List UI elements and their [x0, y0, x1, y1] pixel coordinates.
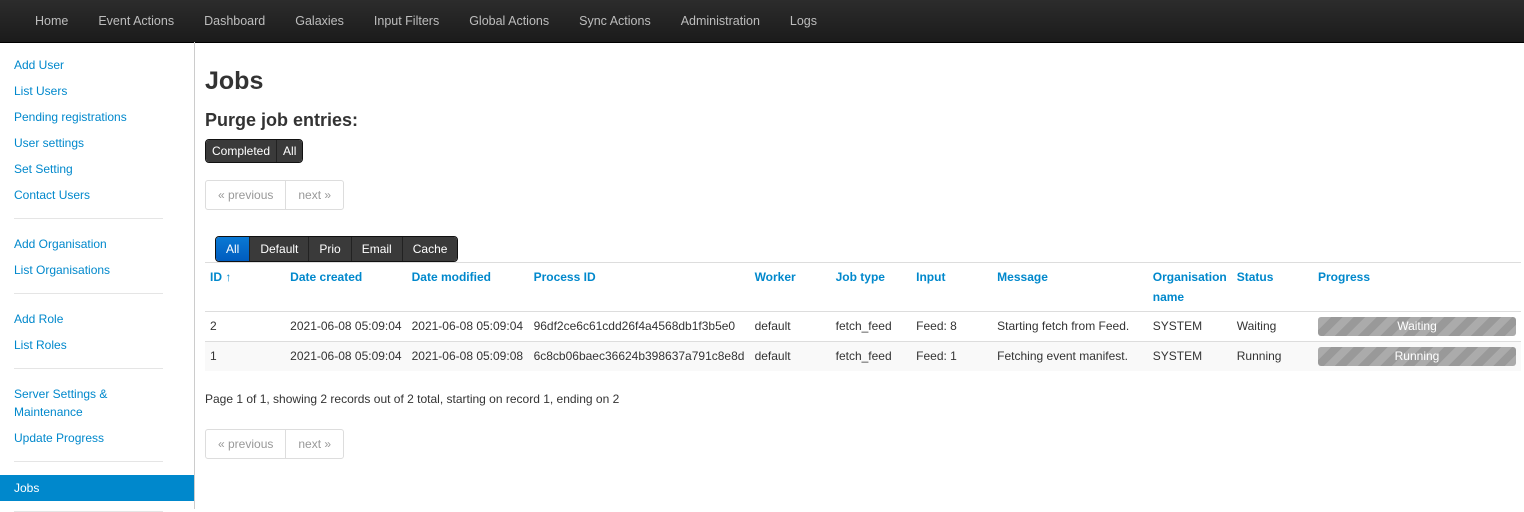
filter-all-button[interactable]: All: [216, 237, 251, 261]
nav-galaxies[interactable]: Galaxies: [280, 0, 359, 42]
sidebar-item-list-roles[interactable]: List Roles: [0, 333, 194, 359]
purge-heading: Purge job entries:: [205, 110, 359, 130]
column-header-date-modified[interactable]: Date modified: [406, 262, 529, 312]
sidebar-item-contact-users[interactable]: Contact Users: [0, 183, 194, 209]
cell-progress: Running: [1313, 341, 1521, 371]
previous-page-link[interactable]: « previous: [206, 181, 287, 209]
previous-page-link[interactable]: « previous: [206, 430, 287, 458]
cell-date-modified: 2021-06-08 05:09:08: [406, 341, 529, 371]
cell-input: Feed: 1: [911, 341, 993, 371]
sidebar-item-user-settings[interactable]: User settings: [0, 131, 194, 157]
sidebar-divider: [14, 293, 163, 294]
sidebar-item-add-role[interactable]: Add Role: [0, 307, 194, 333]
nav-dashboard[interactable]: Dashboard: [189, 0, 280, 42]
cell-date-created: 2021-06-08 05:09:04: [285, 311, 407, 342]
pagination-top: « previous next »: [205, 180, 345, 210]
column-header-date-created[interactable]: Date created: [285, 262, 407, 312]
next-page-link[interactable]: next »: [286, 181, 343, 209]
progress-bar: Waiting: [1318, 317, 1516, 336]
sidebar-item-server-settings[interactable]: Server Settings & Maintenance: [0, 382, 138, 426]
sidebar-item-add-organisation[interactable]: Add Organisation: [0, 232, 194, 258]
cell-id: 2: [205, 311, 286, 342]
cell-status: Running: [1231, 341, 1313, 371]
nav-home[interactable]: Home: [20, 0, 83, 42]
sidebar-item-jobs[interactable]: Jobs: [0, 475, 194, 501]
sidebar-item-list-organisations[interactable]: List Organisations: [0, 258, 194, 284]
sidebar-item-set-setting[interactable]: Set Setting: [0, 157, 194, 183]
cell-progress: Waiting: [1313, 311, 1521, 342]
sidebar-item-add-user[interactable]: Add User: [0, 53, 194, 79]
column-header-job-type[interactable]: Job type: [830, 262, 912, 312]
sidebar-item-list-users[interactable]: List Users: [0, 79, 194, 105]
cell-date-created: 2021-06-08 05:09:04: [285, 341, 407, 371]
cell-message: Starting fetch from Feed.: [992, 311, 1148, 342]
sidebar: Add User List Users Pending registration…: [0, 42, 195, 512]
sidebar-item-pending-registrations[interactable]: Pending registrations: [0, 105, 194, 131]
pagination-bottom: « previous next »: [205, 429, 345, 459]
cell-worker: default: [749, 341, 831, 371]
sidebar-divider: [14, 461, 163, 462]
pagination-summary: Page 1 of 1, showing 2 records out of 2 …: [205, 392, 620, 406]
purge-all-button[interactable]: All: [277, 140, 303, 162]
sidebar-item-update-progress[interactable]: Update Progress: [0, 426, 194, 452]
column-header-process-id[interactable]: Process ID: [528, 262, 750, 312]
column-header-input[interactable]: Input: [911, 262, 993, 312]
column-header-worker[interactable]: Worker: [749, 262, 831, 312]
filter-cache-button[interactable]: Cache: [402, 237, 458, 261]
filter-prio-button[interactable]: Prio: [309, 237, 352, 261]
column-header-status[interactable]: Status: [1231, 262, 1313, 312]
next-page-link[interactable]: next »: [286, 430, 343, 458]
queue-filter-group: All Default Prio Email Cache: [215, 236, 459, 262]
cell-date-modified: 2021-06-08 05:09:04: [406, 311, 529, 342]
cell-process-id: 6c8cb06baec36624b398637a791c8e8d: [528, 341, 750, 371]
purge-button-group: Completed All: [205, 139, 304, 163]
cell-process-id: 96df2ce6c61cdd26f4a4568db1f3b5e0: [528, 311, 750, 342]
cell-id: 1: [205, 341, 286, 371]
filter-email-button[interactable]: Email: [351, 237, 403, 261]
top-navbar: Home Event Actions Dashboard Galaxies In…: [0, 0, 1524, 43]
cell-input: Feed: 8: [911, 311, 993, 342]
column-header-progress[interactable]: Progress: [1313, 262, 1521, 312]
purge-completed-button[interactable]: Completed: [206, 140, 278, 162]
column-header-id[interactable]: ID ↑: [205, 262, 286, 312]
jobs-table: ID ↑ Date created Date modified Process …: [205, 262, 1521, 371]
cell-job-type: fetch_feed: [830, 311, 912, 342]
table-row: 1 2021-06-08 05:09:04 2021-06-08 05:09:0…: [205, 341, 1521, 371]
filter-default-button[interactable]: Default: [250, 237, 310, 261]
cell-job-type: fetch_feed: [830, 341, 912, 371]
nav-logs[interactable]: Logs: [775, 0, 832, 42]
progress-bar: Running: [1318, 347, 1516, 366]
table-row: 2 2021-06-08 05:09:04 2021-06-08 05:09:0…: [205, 311, 1521, 342]
nav-sync-actions[interactable]: Sync Actions: [564, 0, 666, 42]
column-header-organisation-name[interactable]: Organisation name: [1147, 262, 1232, 312]
cell-organisation: SYSTEM: [1147, 341, 1232, 371]
nav-input-filters[interactable]: Input Filters: [359, 0, 454, 42]
column-header-message[interactable]: Message: [992, 262, 1148, 312]
cell-worker: default: [749, 311, 831, 342]
sidebar-divider: [14, 218, 163, 219]
cell-status: Waiting: [1231, 311, 1313, 342]
cell-message: Fetching event manifest.: [992, 341, 1148, 371]
nav-event-actions[interactable]: Event Actions: [83, 0, 189, 42]
nav-global-actions[interactable]: Global Actions: [454, 0, 564, 42]
nav-administration[interactable]: Administration: [666, 0, 775, 42]
cell-organisation: SYSTEM: [1147, 311, 1232, 342]
page-title: Jobs: [205, 67, 264, 95]
sidebar-divider: [14, 368, 163, 369]
